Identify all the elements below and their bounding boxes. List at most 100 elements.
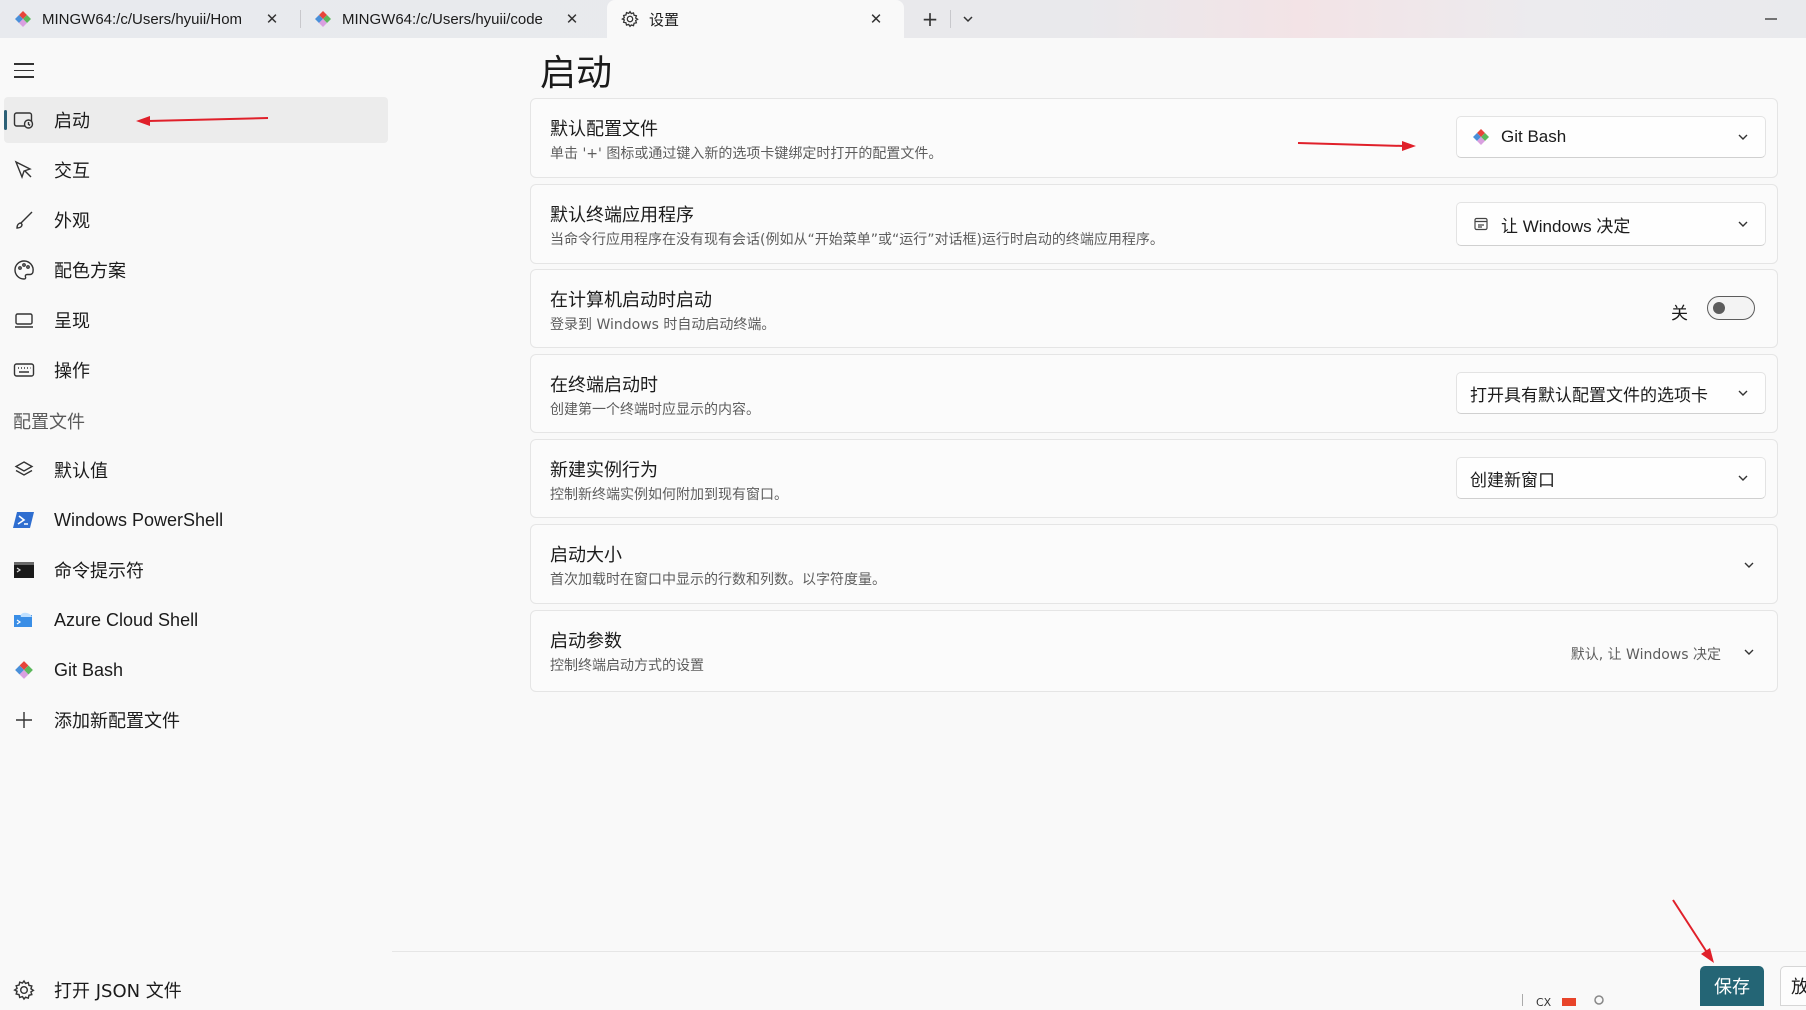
discard-button[interactable]: 放	[1780, 966, 1806, 1006]
setting-description: 当命令行应用程序在没有现有会话(例如从“开始菜单”或“运行”对话框)运行时启动的…	[550, 232, 1164, 248]
hamburger-menu-button[interactable]	[12, 58, 36, 82]
close-icon[interactable]: ✕	[866, 9, 886, 29]
setting-description: 创建第一个终端时应显示的内容。	[550, 402, 760, 418]
sidebar-item-azure-cloud-shell[interactable]: Azure Cloud Shell	[0, 597, 388, 643]
sidebar-item-command-prompt[interactable]: 命令提示符	[0, 547, 388, 593]
default-terminal-dropdown[interactable]: 让 Windows 决定	[1456, 202, 1766, 246]
sidebar-item-label: 启动	[54, 111, 90, 131]
tab-label: 设置	[649, 11, 680, 29]
setting-title: 启动参数	[550, 631, 622, 652]
chevron-down-icon	[1735, 129, 1751, 145]
palette-icon	[12, 258, 36, 282]
tab-label: MINGW64:/c/Users/hyuii/Hom	[42, 10, 243, 28]
setting-launch-size[interactable]: 启动大小 首次加载时在窗口中显示的行数和列数。以字符度量。	[530, 524, 1778, 604]
toggle-knob	[1713, 302, 1725, 314]
sidebar-item-label: Windows PowerShell	[54, 509, 224, 530]
tab-mingw64-code[interactable]: MINGW64:/c/Users/hyuii/code ✕	[300, 0, 600, 38]
chevron-down-icon	[1735, 216, 1751, 232]
sidebar-item-label: Git Bash	[54, 659, 124, 680]
toggle-state-label: 关	[1671, 304, 1688, 324]
brush-icon	[12, 208, 36, 232]
sidebar-item-label: 命令提示符	[54, 561, 144, 581]
sidebar-item-label: 交互	[54, 161, 90, 181]
setting-title: 启动大小	[550, 545, 622, 566]
sidebar-item-actions[interactable]: 操作	[0, 347, 388, 393]
gear-icon	[621, 10, 639, 28]
page-title: 启动	[540, 53, 613, 94]
open-json-file-button[interactable]: 打开 JSON 文件	[0, 970, 300, 1010]
chevron-down-icon	[963, 16, 973, 23]
sidebar-item-startup[interactable]: 启动	[4, 97, 388, 143]
sidebar-item-label: Azure Cloud Shell	[54, 609, 199, 630]
setting-description: 控制终端启动方式的设置	[550, 658, 704, 674]
setting-description: 控制新终端实例如何附加到现有窗口。	[550, 487, 788, 503]
svg-text:CX: CX	[1536, 996, 1552, 1006]
window-icon	[1471, 214, 1491, 234]
profiles-heading: 配置文件	[13, 412, 85, 433]
dropdown-value: 让 Windows 决定	[1501, 216, 1631, 236]
layers-icon	[12, 458, 36, 482]
chevron-down-icon[interactable]	[1741, 557, 1757, 573]
gear-icon	[12, 978, 36, 1002]
sidebar-item-label: 操作	[54, 361, 90, 381]
cmd-icon	[12, 558, 36, 582]
tab-dropdown-button[interactable]	[951, 4, 985, 34]
setting-description: 登录到 Windows 时自动启动终端。	[550, 317, 776, 333]
monitor-icon	[12, 308, 36, 332]
dropdown-value: Git Bash	[1501, 127, 1567, 146]
sidebar-item-label: 呈现	[54, 311, 90, 331]
plus-icon	[12, 708, 36, 732]
minimize-icon	[1765, 18, 1777, 20]
interaction-icon	[12, 158, 36, 182]
git-bash-icon	[1471, 127, 1491, 147]
sidebar-item-windows-powershell[interactable]: Windows PowerShell	[0, 497, 388, 543]
sidebar-item-color-schemes[interactable]: 配色方案	[0, 247, 388, 293]
sidebar-item-add-new-profile[interactable]: 添加新配置文件	[0, 697, 388, 743]
open-json-label: 打开 JSON 文件	[54, 981, 182, 1002]
new-instance-dropdown[interactable]: 创建新窗口	[1456, 457, 1766, 499]
plus-icon: +	[921, 7, 939, 31]
chevron-down-icon	[1735, 470, 1751, 486]
git-bash-icon	[12, 658, 36, 682]
sidebar-item-rendering[interactable]: 呈现	[0, 297, 388, 343]
setting-launch-on-startup: 在计算机启动时启动 登录到 Windows 时自动启动终端。 关	[530, 269, 1778, 348]
setting-description: 单击 '+' 图标或通过键入新的选项卡键绑定时打开的配置文件。	[550, 146, 943, 162]
setting-title: 默认终端应用程序	[550, 205, 694, 226]
setting-new-instance-behavior: 新建实例行为 控制新终端实例如何附加到现有窗口。 创建新窗口	[530, 439, 1778, 518]
git-bash-icon	[314, 10, 332, 28]
tab-bar: MINGW64:/c/Users/hyuii/Hom ✕ MINGW64:/c/…	[0, 0, 1806, 38]
dropdown-value: 创建新窗口	[1470, 470, 1555, 490]
chevron-down-icon[interactable]	[1741, 644, 1757, 660]
tab-settings[interactable]: 设置 ✕	[607, 0, 904, 38]
sidebar-item-appearance[interactable]: 外观	[0, 197, 388, 243]
close-icon[interactable]: ✕	[262, 9, 282, 29]
save-button[interactable]: 保存	[1700, 966, 1764, 1006]
startup-icon	[12, 108, 36, 132]
setting-launch-parameters[interactable]: 启动参数 控制终端启动方式的设置 默认, 让 Windows 决定	[530, 610, 1778, 692]
sidebar-item-label: 添加新配置文件	[54, 711, 180, 731]
new-tab-button[interactable]: +	[913, 4, 947, 34]
setting-title: 新建实例行为	[550, 460, 658, 481]
sidebar-item-label: 外观	[54, 211, 90, 231]
setting-description: 首次加载时在窗口中显示的行数和列数。以字符度量。	[550, 572, 886, 588]
sidebar-item-git-bash[interactable]: Git Bash	[0, 647, 388, 693]
launch-parameters-summary: 默认, 让 Windows 决定	[1570, 647, 1721, 663]
sidebar-item-label: 配色方案	[54, 261, 126, 281]
powershell-icon	[12, 508, 36, 532]
setting-when-terminal-starts: 在终端启动时 创建第一个终端时应显示的内容。 打开具有默认配置文件的选项卡	[530, 354, 1778, 433]
chevron-down-icon	[1735, 385, 1751, 401]
sidebar-item-label: 默认值	[54, 461, 108, 481]
sidebar-item-defaults[interactable]: 默认值	[0, 447, 388, 493]
sidebar-item-interaction[interactable]: 交互	[0, 147, 388, 193]
tab-label: MINGW64:/c/Users/hyuii/code	[342, 10, 543, 28]
footer-divider	[392, 951, 1806, 952]
tab-mingw64-home[interactable]: MINGW64:/c/Users/hyuii/Hom ✕	[0, 0, 300, 38]
setting-title: 默认配置文件	[550, 119, 658, 140]
setting-title: 在终端启动时	[550, 375, 658, 396]
dropdown-value: 打开具有默认配置文件的选项卡	[1470, 385, 1708, 405]
close-icon[interactable]: ✕	[562, 9, 582, 29]
default-profile-dropdown[interactable]: Git Bash	[1456, 116, 1766, 158]
minimize-button[interactable]	[1756, 4, 1786, 34]
first-window-dropdown[interactable]: 打开具有默认配置文件的选项卡	[1456, 372, 1766, 414]
launch-on-startup-toggle[interactable]	[1707, 296, 1755, 320]
